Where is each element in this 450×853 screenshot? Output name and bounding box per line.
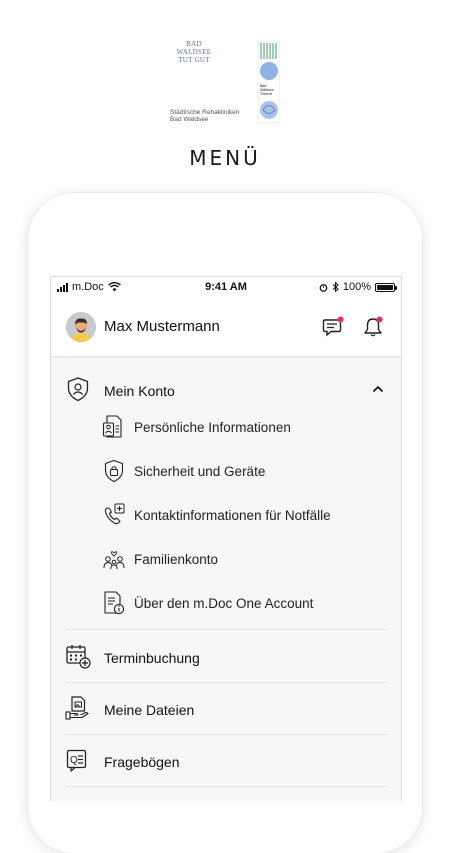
svg-text:Q: Q xyxy=(70,755,78,766)
bell-icon[interactable] xyxy=(362,316,384,338)
logo-bottom-line2: Bad Waldsee xyxy=(170,116,209,123)
menu-item-terminbuchung[interactable]: Terminbuchung xyxy=(51,637,401,677)
submenu-item-label: Sicherheit und Geräte xyxy=(134,464,266,479)
shield-lock-icon xyxy=(104,459,124,483)
calendar-plus-icon xyxy=(66,645,91,669)
menu-item-mein-konto[interactable]: Mein Konto xyxy=(51,370,401,410)
logo-text-bottom: Städtische Rehakliniken Bad Waldsee xyxy=(170,109,239,123)
therme-logo-icon: Bad Waldsee Therme xyxy=(258,41,280,123)
menu-item-label: Fragebögen xyxy=(104,754,180,770)
divider xyxy=(65,786,387,787)
logo-top-line2: TUT GUT xyxy=(178,56,210,64)
logo-bottom-line1: Städtische Rehakliniken xyxy=(170,109,240,116)
menu-item-meine-dateien[interactable]: Meine Dateien xyxy=(51,689,401,729)
battery-icon xyxy=(375,282,397,292)
submenu-item-label: Familienkonto xyxy=(134,552,219,567)
chat-icon[interactable] xyxy=(322,316,344,338)
status-bar: m.Doc 9:41 AM 100% xyxy=(51,277,401,298)
alarm-icon xyxy=(319,283,328,292)
chevron-up-icon[interactable] xyxy=(371,382,385,396)
divider xyxy=(65,629,387,630)
menu-list: Mein Konto Persönliche Informationen Sic… xyxy=(51,357,401,801)
logo-top-line1: BAD WALDSEE xyxy=(176,40,212,56)
app-header: Max Mustermann xyxy=(51,298,401,357)
submenu-item-kontaktinformationen-notfaelle[interactable]: Kontaktinformationen für Notfälle xyxy=(51,496,401,534)
divider xyxy=(65,682,387,683)
shield-user-icon xyxy=(67,377,89,402)
submenu-item-persoenliche-informationen[interactable]: Persönliche Informationen xyxy=(51,408,401,446)
logo-text-top: BAD WALDSEE TUT GUT xyxy=(168,40,220,64)
id-document-icon xyxy=(102,415,122,438)
menu-item-label: Mein Konto xyxy=(104,383,175,399)
submenu-item-sicherheit-und-geraete[interactable]: Sicherheit und Geräte xyxy=(51,452,401,490)
app-screen: m.Doc 9:41 AM 100% Max Mustermann Mein K… xyxy=(50,276,402,801)
divider xyxy=(65,734,387,735)
bluetooth-icon xyxy=(332,282,339,292)
status-right: 100% xyxy=(319,281,397,293)
questionnaire-icon: Q xyxy=(66,749,87,772)
page-title: MENÜ xyxy=(189,146,261,170)
menu-item-frageboegen[interactable]: Q Fragebögen xyxy=(51,741,401,781)
document-info-icon xyxy=(104,591,125,615)
submenu-item-familienkonto[interactable]: Familienkonto xyxy=(51,540,401,578)
menu-item-label: Terminbuchung xyxy=(104,650,200,666)
family-icon xyxy=(103,551,125,570)
svg-text:Therme: Therme xyxy=(260,92,272,96)
user-name: Max Mustermann xyxy=(104,318,220,335)
brand-logo: BAD WALDSEE TUT GUT Bad Waldsee Therme S… xyxy=(168,38,282,126)
submenu-item-label: Kontaktinformationen für Notfälle xyxy=(134,508,331,523)
submenu-item-label: Persönliche Informationen xyxy=(134,420,291,435)
submenu-item-ueber-account[interactable]: Über den m.Doc One Account xyxy=(51,584,401,622)
menu-item-label: Meine Dateien xyxy=(104,702,195,718)
battery-percent: 100% xyxy=(342,281,371,293)
avatar[interactable] xyxy=(66,312,96,342)
submenu-item-label: Über den m.Doc One Account xyxy=(134,596,314,611)
phone-plus-icon xyxy=(104,503,125,525)
files-hand-icon xyxy=(65,696,89,720)
